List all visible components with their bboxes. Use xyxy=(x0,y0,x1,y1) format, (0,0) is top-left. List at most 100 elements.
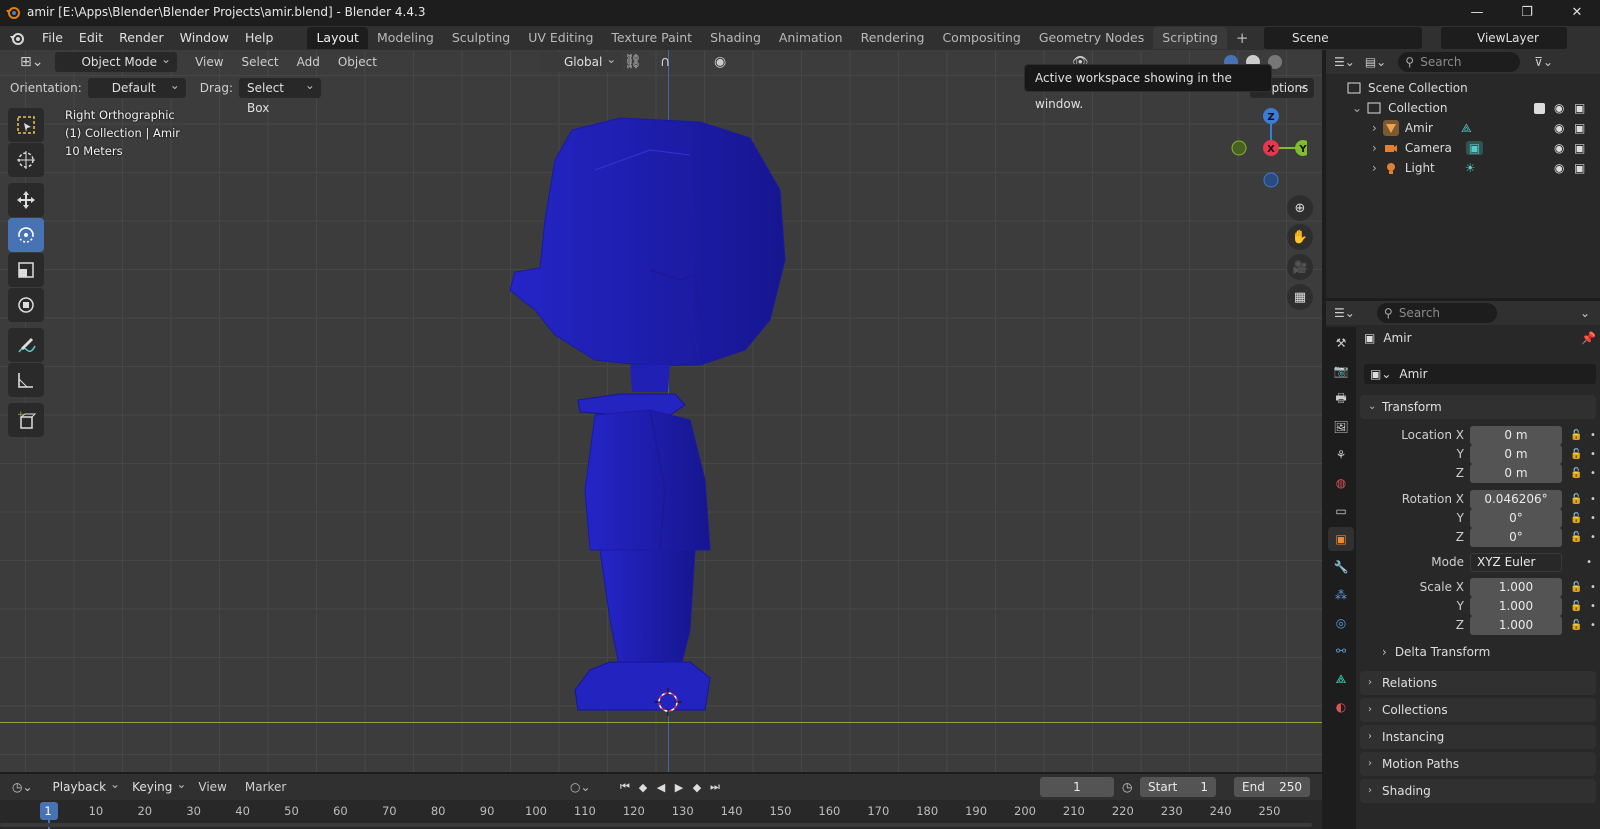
location-x-field[interactable]: 0 m xyxy=(1470,425,1562,445)
lock-icon[interactable]: 🔓 xyxy=(1570,582,1584,593)
keyframe-dot-icon[interactable]: • xyxy=(1590,601,1596,612)
mode-selector[interactable]: Object Mode xyxy=(55,49,178,72)
particles-tab-icon[interactable]: ⁂ xyxy=(1328,583,1354,607)
menu-marker[interactable]: Marker xyxy=(239,780,292,794)
pivot-point-icon[interactable]: ⛓ xyxy=(624,54,642,70)
minimize-icon[interactable]: — xyxy=(1454,0,1500,24)
menu-add[interactable]: Add xyxy=(291,55,326,69)
tab-rendering[interactable]: Rendering xyxy=(852,27,934,49)
eye-icon[interactable]: ◉ xyxy=(1554,161,1564,175)
scale-y-field[interactable]: 1.000 xyxy=(1470,596,1562,616)
transform-panel-header[interactable]: ⌄ Transform xyxy=(1360,395,1596,419)
motion-paths-panel-header[interactable]: › Motion Paths xyxy=(1360,752,1596,776)
constraints-tab-icon[interactable]: ⚯ xyxy=(1328,639,1354,663)
camera-render-icon[interactable]: ▣ xyxy=(1574,141,1585,155)
chevron-right-icon[interactable]: › xyxy=(1372,141,1377,155)
lock-icon[interactable]: 🔓 xyxy=(1570,494,1584,505)
physics-tab-icon[interactable]: ◎ xyxy=(1328,611,1354,635)
chevron-right-icon[interactable]: › xyxy=(1372,161,1377,175)
scale-tool[interactable] xyxy=(8,253,44,287)
menu-object[interactable]: Object xyxy=(332,55,383,69)
display-mode-icon[interactable]: ▤⌄ xyxy=(1365,55,1386,69)
tab-scripting[interactable]: Scripting xyxy=(1153,27,1227,49)
mesh-data-icon[interactable]: ⟁ xyxy=(1461,121,1472,136)
measure-tool[interactable] xyxy=(8,363,44,397)
properties-editor-icon[interactable]: ☰⌄ xyxy=(1334,306,1355,320)
lock-icon[interactable]: 🔓 xyxy=(1570,449,1584,460)
world-tab-icon[interactable]: ◍ xyxy=(1328,471,1354,495)
move-tool[interactable] xyxy=(8,183,44,217)
tab-layout[interactable]: Layout xyxy=(307,27,368,49)
shading-panel-header[interactable]: › Shading xyxy=(1360,779,1596,803)
transform-orientation[interactable]: Global xyxy=(540,49,623,72)
eye-icon[interactable]: ◉ xyxy=(1554,101,1564,115)
tab-geometry-nodes[interactable]: Geometry Nodes xyxy=(1030,27,1153,49)
3d-cursor-icon[interactable] xyxy=(654,688,682,716)
camera-view-icon[interactable]: 🎥 xyxy=(1287,254,1313,280)
chevron-down-icon[interactable]: ⌄ xyxy=(1580,306,1590,320)
eye-icon[interactable]: ◉ xyxy=(1554,121,1564,135)
keyframe-dot-icon[interactable]: • xyxy=(1590,513,1596,524)
jump-end-icon[interactable]: ⏭ xyxy=(706,778,724,796)
object-name-field[interactable]: ▣⌄ Amir xyxy=(1364,364,1596,384)
camera-render-icon[interactable]: ▣ xyxy=(1574,121,1585,135)
menu-render[interactable]: Render xyxy=(111,27,172,49)
zoom-icon[interactable]: ⊕ xyxy=(1287,195,1313,221)
snap-icon[interactable]: ∩ xyxy=(660,54,670,70)
camera-data-icon[interactable]: ▣ xyxy=(1465,141,1484,155)
outliner-search[interactable]: ⚲ Search xyxy=(1398,52,1521,72)
close-icon[interactable]: ✕ xyxy=(1554,0,1600,24)
rotation-y-field[interactable]: 0° xyxy=(1470,508,1562,528)
next-keyframe-icon[interactable]: ◆ xyxy=(688,778,706,796)
keyframe-dot-icon[interactable]: • xyxy=(1586,557,1592,568)
tab-texture-paint[interactable]: Texture Paint xyxy=(602,27,701,49)
light-data-icon[interactable]: ☀ xyxy=(1465,161,1476,175)
tab-uv-editing[interactable]: UV Editing xyxy=(519,27,602,49)
camera-render-icon[interactable]: ▣ xyxy=(1574,101,1585,115)
play-icon[interactable]: ▶ xyxy=(670,778,688,796)
lock-icon[interactable]: 🔓 xyxy=(1570,468,1584,479)
lock-icon[interactable]: 🔓 xyxy=(1570,532,1584,543)
chevron-down-icon[interactable]: ⌄ xyxy=(1352,101,1362,115)
lock-icon[interactable]: 🔓 xyxy=(1570,620,1584,631)
tree-item-amir[interactable]: › Amir ⟁ ◉ ▣ xyxy=(1326,118,1600,138)
proportional-edit-icon[interactable]: ◉ xyxy=(714,54,726,70)
transform-tool[interactable] xyxy=(8,288,44,322)
keyframe-dot-icon[interactable]: • xyxy=(1590,449,1596,460)
timeline-editor-icon[interactable]: ◷⌄ xyxy=(12,780,33,794)
amir-model[interactable] xyxy=(500,110,820,730)
cursor-tool[interactable] xyxy=(8,143,44,177)
scale-z-field[interactable]: 1.000 xyxy=(1470,615,1562,635)
start-frame-field[interactable]: Start 1 xyxy=(1140,777,1216,797)
tool-tab-icon[interactable]: ⚒ xyxy=(1328,331,1354,355)
blender-menu-icon[interactable] xyxy=(0,30,34,46)
instancing-panel-header[interactable]: › Instancing xyxy=(1360,725,1596,749)
collections-panel-header[interactable]: › Collections xyxy=(1360,698,1596,722)
keyframe-dot-icon[interactable]: • xyxy=(1590,532,1596,543)
tab-animation[interactable]: Animation xyxy=(770,27,852,49)
view-layer-selector[interactable]: ViewLayer xyxy=(1441,27,1567,49)
data-tab-icon[interactable]: ⟁ xyxy=(1328,667,1354,691)
location-y-field[interactable]: 0 m xyxy=(1470,444,1562,464)
play-reverse-icon[interactable]: ◀ xyxy=(652,778,670,796)
rotation-x-field[interactable]: 0.046206° xyxy=(1470,489,1562,509)
keyframe-dot-icon[interactable]: • xyxy=(1590,620,1596,631)
menu-window[interactable]: Window xyxy=(172,27,237,49)
auto-keying-icon[interactable]: ○⌄ xyxy=(570,780,591,794)
prev-keyframe-icon[interactable]: ◆ xyxy=(634,778,652,796)
eye-icon[interactable]: ◉ xyxy=(1554,141,1564,155)
chevron-right-icon[interactable]: › xyxy=(1372,121,1377,135)
tree-collection[interactable]: ⌄ Collection ◉ ▣ xyxy=(1326,98,1600,118)
menu-timeline-view[interactable]: View xyxy=(192,780,232,794)
orientation-selector[interactable]: Default xyxy=(87,75,186,98)
tree-scene-collection[interactable]: Scene Collection xyxy=(1326,78,1600,98)
output-tab-icon[interactable]: 🖶 xyxy=(1328,387,1354,411)
menu-keying[interactable]: Keying xyxy=(126,774,192,797)
location-z-field[interactable]: 0 m xyxy=(1470,463,1562,483)
rotation-mode-select[interactable]: XYZ Euler xyxy=(1470,552,1562,572)
menu-help[interactable]: Help xyxy=(237,27,282,49)
menu-edit[interactable]: Edit xyxy=(71,27,111,49)
view-layer-tab-icon[interactable]: 🖼 xyxy=(1328,415,1354,439)
checkbox-icon[interactable] xyxy=(1534,102,1545,114)
navigation-gizmo[interactable]: Z Y X xyxy=(1227,106,1307,190)
